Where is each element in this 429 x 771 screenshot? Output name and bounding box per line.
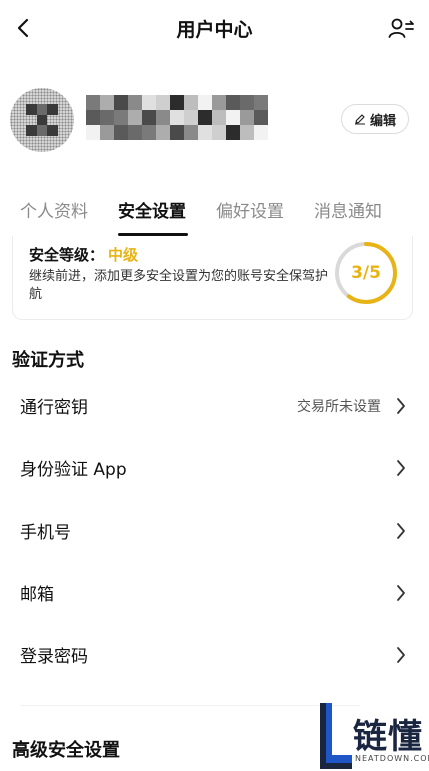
verification-section-title: 验证方式 [12, 350, 84, 371]
mosaic-cell [100, 125, 114, 140]
settings-tabs: 个人资料 安全设置 偏好设置 消息通知 [0, 197, 429, 237]
avatar-placeholder-icon [26, 104, 58, 136]
chevron-right-icon [397, 585, 405, 601]
mosaic-cell [156, 110, 170, 125]
mosaic-cell [254, 95, 268, 110]
menu-item-phone[interactable]: 手机号 [0, 506, 429, 556]
security-level-row: 安全等级： 中级 [29, 244, 138, 265]
menu-label-login-password: 登录密码 [20, 647, 88, 667]
mosaic-cell [170, 95, 184, 110]
security-level-card: 安全等级： 中级 继续前进，添加更多安全设置为您的账号安全保驾护航 3/5 [12, 236, 413, 320]
mosaic-cell [114, 125, 128, 140]
tab-preferences[interactable]: 偏好设置 [216, 197, 284, 222]
mosaic-cell [254, 110, 268, 125]
mosaic-cell [156, 95, 170, 110]
menu-item-login-password[interactable]: 登录密码 [0, 630, 429, 680]
mosaic-cell [170, 125, 184, 140]
menu-label-passkey: 通行密钥 [20, 398, 88, 418]
security-level-value: 中级 [108, 246, 139, 264]
mosaic-cell [226, 110, 240, 125]
edit-icon [354, 114, 365, 125]
mosaic-cell [128, 125, 142, 140]
mosaic-cell [142, 110, 156, 125]
menu-item-email[interactable]: 邮箱 [0, 568, 429, 618]
mosaic-cell [86, 125, 100, 140]
security-level-label: 安全等级： [29, 246, 105, 264]
mosaic-cell [240, 110, 254, 125]
tab-security[interactable]: 安全设置 [118, 197, 186, 222]
mosaic-cell [100, 95, 114, 110]
edit-profile-button[interactable]: 编辑 [341, 104, 409, 134]
mosaic-cell [184, 95, 198, 110]
watermark-brand: 链懂 [353, 717, 423, 757]
mosaic-cell [198, 110, 212, 125]
avatar[interactable] [10, 88, 74, 152]
edit-label: 编辑 [369, 113, 396, 129]
mosaic-cell [128, 110, 142, 125]
mosaic-cell [86, 95, 100, 110]
mosaic-cell [142, 95, 156, 110]
mosaic-cell [128, 95, 142, 110]
menu-item-authenticator-app[interactable]: 身份验证 App [0, 443, 429, 493]
chevron-right-icon [397, 460, 405, 476]
mosaic-cell [198, 95, 212, 110]
chevron-right-icon [397, 647, 405, 663]
advanced-section-title: 高级安全设置 [12, 740, 120, 761]
menu-label-authenticator-app: 身份验证 App [20, 460, 127, 480]
mosaic-cell [114, 95, 128, 110]
mosaic-cell [184, 110, 198, 125]
section-divider [20, 705, 360, 706]
mosaic-cell [156, 125, 170, 140]
passkey-status: 交易所未设置 [297, 399, 381, 415]
profile-section: 编辑 [0, 86, 429, 156]
security-level-description: 继续前进，添加更多安全设置为您的账号安全保驾护航 [29, 269, 329, 302]
mosaic-cell [198, 125, 212, 140]
mosaic-cell [226, 95, 240, 110]
menu-label-phone: 手机号 [20, 523, 71, 543]
mosaic-cell [170, 110, 184, 125]
mosaic-cell [100, 110, 114, 125]
watermark-domain: NEATDOWN.COM [355, 754, 429, 763]
mosaic-cell [86, 110, 100, 125]
chevron-right-icon [397, 398, 405, 414]
chevron-right-icon [397, 523, 405, 539]
mosaic-cell [114, 110, 128, 125]
mosaic-cell [142, 125, 156, 140]
mosaic-cell [226, 125, 240, 140]
mosaic-cell [254, 125, 268, 140]
switch-account-button[interactable] [387, 16, 415, 42]
username-pixelated [86, 95, 268, 140]
menu-item-passkey[interactable]: 通行密钥 交易所未设置 [0, 381, 429, 431]
watermark-l-icon [320, 703, 352, 769]
mosaic-cell [212, 125, 226, 140]
menu-label-email: 邮箱 [20, 585, 54, 605]
user-switch-icon [388, 18, 414, 38]
top-bar: 用户中心 [0, 0, 429, 58]
mosaic-cell [240, 95, 254, 110]
mosaic-cell [184, 125, 198, 140]
mosaic-cell [212, 110, 226, 125]
mosaic-cell [212, 95, 226, 110]
tab-notifications[interactable]: 消息通知 [314, 197, 382, 222]
tab-profile[interactable]: 个人资料 [20, 197, 88, 222]
mosaic-cell [240, 125, 254, 140]
security-progress-text: 3/5 [351, 263, 381, 283]
page-title: 用户中心 [176, 19, 253, 41]
watermark-logo: 链懂 NEATDOWN.COM [318, 703, 429, 771]
